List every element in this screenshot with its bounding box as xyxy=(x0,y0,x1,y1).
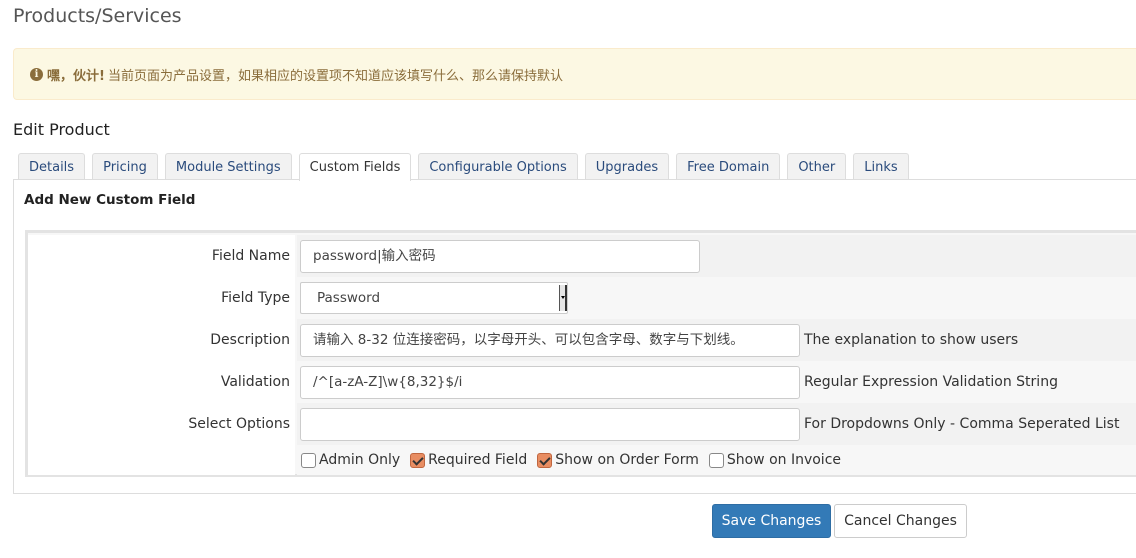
row-description: Description 请输入 8-32 位连接密码，以字母开头、可以包含字母、… xyxy=(28,319,1136,361)
tab-configurable-options[interactable]: Configurable Options xyxy=(418,153,578,180)
tab-other[interactable]: Other xyxy=(787,153,847,180)
field-type-label: Field Type xyxy=(28,277,295,319)
save-changes-button[interactable]: Save Changes xyxy=(712,504,831,538)
custom-field-form: Field Name password|输入密码 Field Type Pass… xyxy=(25,230,1136,477)
tab-module-settings[interactable]: Module Settings xyxy=(164,153,292,180)
checkbox-unchecked-icon xyxy=(708,452,724,468)
select-options-hint: For Dropdowns Only - Comma Seperated Lis… xyxy=(804,416,1120,432)
panel-heading: Add New Custom Field xyxy=(24,192,196,208)
required-field-checkbox[interactable]: Required Field xyxy=(410,452,527,468)
field-type-select[interactable]: Password xyxy=(300,282,568,314)
validation-hint: Regular Expression Validation String xyxy=(804,374,1058,390)
tab-free-domain[interactable]: Free Domain xyxy=(676,153,781,180)
row-field-name: Field Name password|输入密码 xyxy=(28,235,1136,277)
tab-links[interactable]: Links xyxy=(853,153,909,180)
validation-label: Validation xyxy=(28,361,295,403)
alert-strong-text: 嘿，伙计! xyxy=(47,68,105,84)
page-title: Products/Services xyxy=(13,5,182,27)
field-type-selected: Password xyxy=(317,290,381,306)
field-name-label: Field Name xyxy=(28,235,295,277)
validation-input[interactable]: /^[a-zA-Z]\w{8,32}$/i xyxy=(300,366,800,399)
admin-only-checkbox[interactable]: Admin Only xyxy=(301,452,400,468)
checkbox-unchecked-icon xyxy=(301,452,316,468)
row-validation: Validation /^[a-zA-Z]\w{8,32}$/i Regular… xyxy=(28,361,1136,403)
section-title: Edit Product xyxy=(13,120,110,139)
show-on-invoice-checkbox[interactable]: Show on Invoice xyxy=(708,452,841,468)
description-input[interactable]: 请输入 8-32 位连接密码，以字母开头、可以包含字母、数字与下划线。 xyxy=(300,324,800,357)
description-label: Description xyxy=(28,319,295,361)
custom-fields-panel: Add New Custom Field Field Name password… xyxy=(13,179,1136,494)
show-on-order-form-checkbox[interactable]: Show on Order Form xyxy=(537,452,699,468)
chevron-down-icon xyxy=(559,285,567,311)
product-tabs: Details Pricing Module Settings Custom F… xyxy=(18,153,916,181)
description-hint: The explanation to show users xyxy=(804,332,1019,348)
tab-details[interactable]: Details xyxy=(18,153,86,180)
field-name-input[interactable]: password|输入密码 xyxy=(300,240,700,273)
info-circle-icon: i xyxy=(30,67,43,81)
checkbox-checked-icon xyxy=(537,452,553,468)
field-options: Admin Only Required Field Show on Order … xyxy=(301,445,851,475)
alert-message: 当前页面为产品设置，如果相应的设置项不知道应该填写什么、那么请保持默认 xyxy=(107,68,563,84)
row-checkboxes: Admin Only Required Field Show on Order … xyxy=(28,445,1136,475)
tab-pricing[interactable]: Pricing xyxy=(92,153,158,180)
row-field-type: Field Type Password xyxy=(28,277,1136,319)
select-options-label: Select Options xyxy=(28,403,295,445)
tab-custom-fields[interactable]: Custom Fields xyxy=(298,153,412,181)
row-select-options: Select Options For Dropdowns Only - Comm… xyxy=(28,403,1136,445)
cancel-changes-button[interactable]: Cancel Changes xyxy=(834,504,967,538)
warning-alert: i 嘿，伙计! 当前页面为产品设置，如果相应的设置项不知道应该填写什么、那么请保… xyxy=(13,48,1136,100)
checkbox-checked-icon xyxy=(410,452,426,468)
select-options-input[interactable] xyxy=(300,408,800,441)
tab-upgrades[interactable]: Upgrades xyxy=(584,153,670,180)
